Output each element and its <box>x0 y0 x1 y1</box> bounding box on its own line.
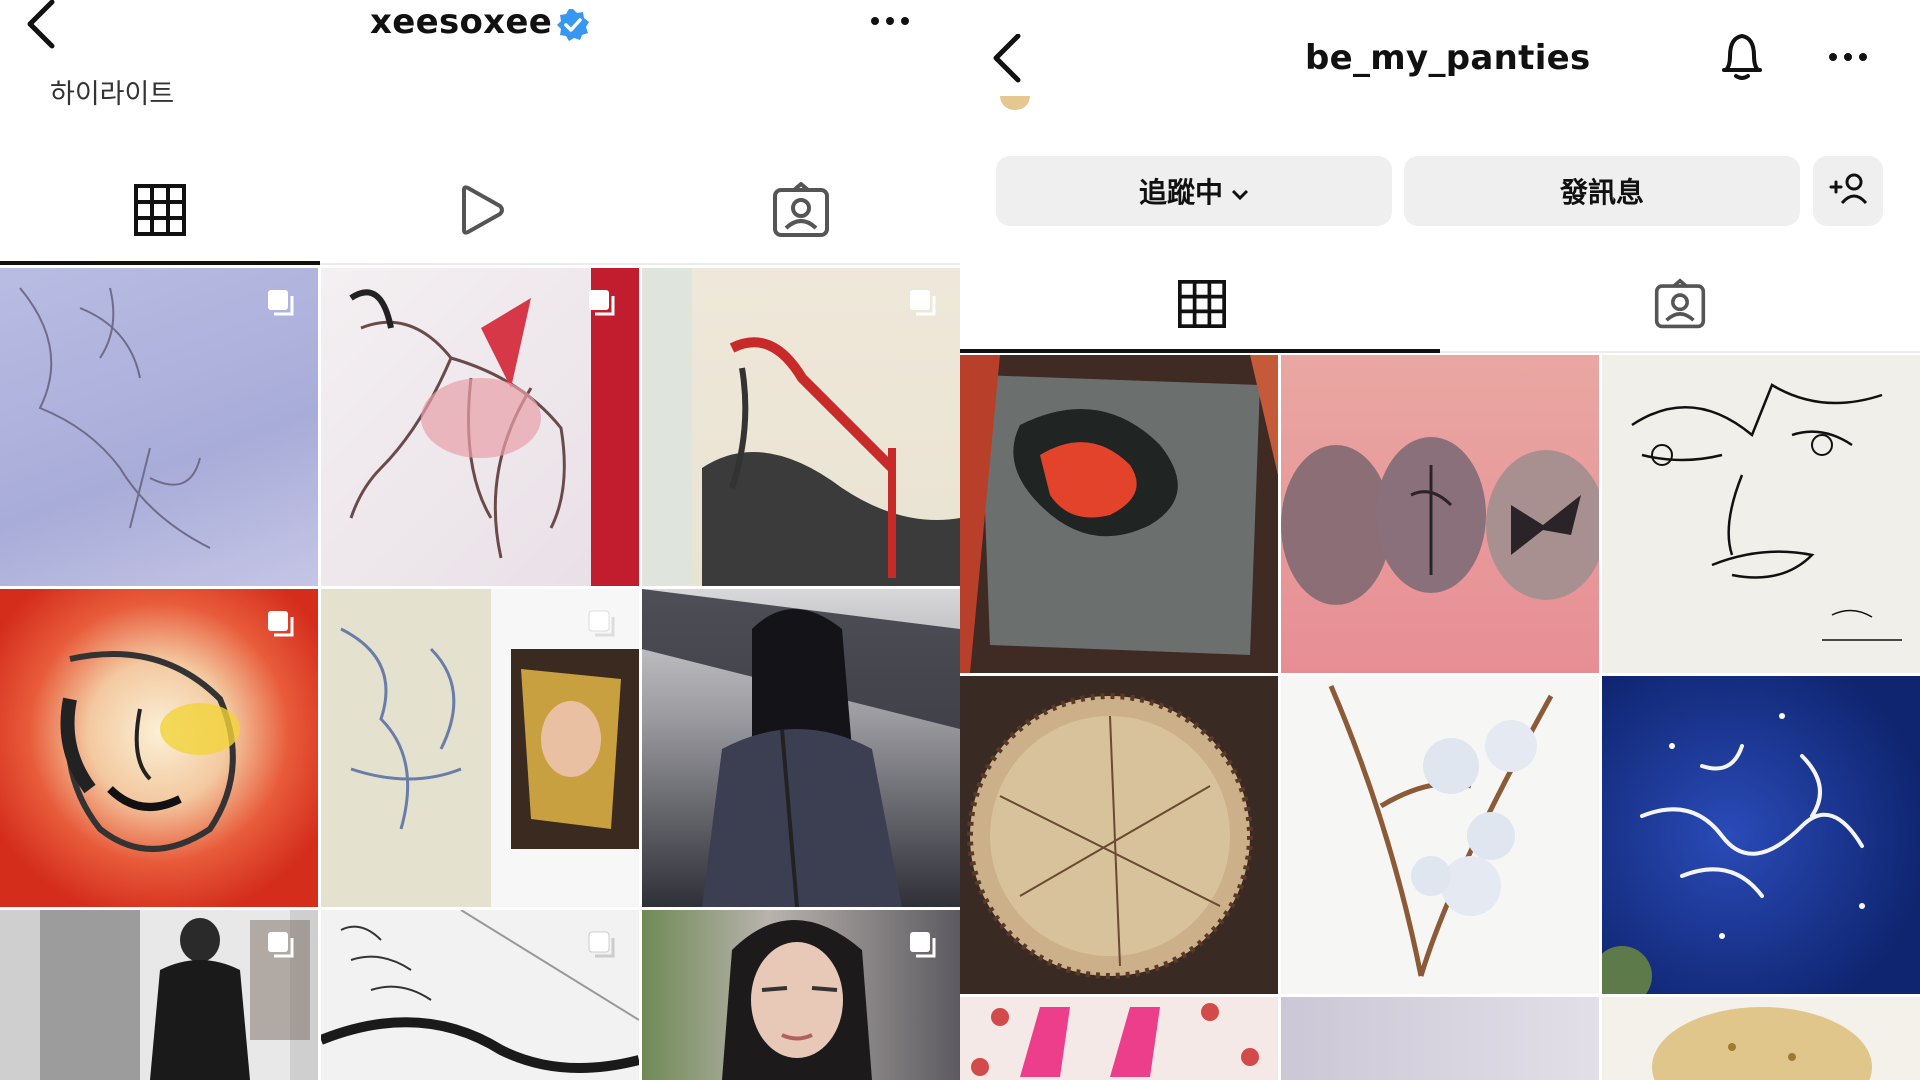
post-thumbnail[interactable] <box>960 355 1278 673</box>
post-thumbnail[interactable] <box>1281 997 1599 1080</box>
active-tab-underline <box>0 261 320 265</box>
more-options-icon[interactable] <box>1828 52 1868 62</box>
posts-grid <box>0 268 960 1080</box>
active-tab-underline <box>960 349 1440 353</box>
posts-grid <box>960 355 1920 1080</box>
post-thumbnail[interactable] <box>0 268 318 586</box>
add-person-icon <box>1828 171 1868 212</box>
verified-badge-icon <box>556 8 590 42</box>
more-options-icon[interactable] <box>870 16 910 26</box>
post-thumbnail[interactable] <box>0 589 318 907</box>
notification-bell-icon[interactable] <box>1718 30 1766 82</box>
multiple-posts-icon <box>908 930 938 960</box>
bio-emoji-fragment <box>1000 96 1030 110</box>
post-thumbnail[interactable] <box>1602 676 1920 994</box>
highlights-label: 하이라이트 <box>50 79 175 110</box>
suggested-people-button[interactable] <box>1813 156 1883 226</box>
tab-posts-grid-icon[interactable] <box>1178 280 1226 328</box>
multiple-posts-icon <box>587 930 617 960</box>
post-thumbnail[interactable] <box>0 910 318 1080</box>
multiple-posts-icon <box>266 609 296 639</box>
post-thumbnail[interactable] <box>642 589 960 907</box>
post-thumbnail[interactable] <box>321 910 639 1080</box>
tab-reels-icon[interactable] <box>456 184 508 236</box>
tab-posts-grid-icon[interactable] <box>134 184 186 236</box>
post-thumbnail[interactable] <box>960 676 1278 994</box>
post-thumbnail[interactable] <box>1281 355 1599 673</box>
multiple-posts-icon <box>587 288 617 318</box>
post-thumbnail[interactable] <box>960 997 1278 1080</box>
profile-username: be_my_panties <box>1305 38 1591 78</box>
message-label: 發訊息 <box>1559 176 1644 209</box>
post-thumbnail[interactable] <box>321 268 639 586</box>
right-profile-screen: be_my_panties 追蹤中 發訊息 <box>960 0 1920 1080</box>
following-button[interactable]: 追蹤中 <box>996 156 1392 226</box>
post-thumbnail[interactable] <box>642 910 960 1080</box>
post-thumbnail[interactable] <box>1281 676 1599 994</box>
chevron-down-icon <box>1231 175 1249 208</box>
multiple-posts-icon <box>587 609 617 639</box>
message-button[interactable]: 發訊息 <box>1404 156 1800 226</box>
back-arrow-icon[interactable] <box>988 34 1026 84</box>
multiple-posts-icon <box>908 288 938 318</box>
back-arrow-icon[interactable] <box>22 0 60 50</box>
left-profile-screen: xeesoxee 하이라이트 <box>0 0 960 1080</box>
tab-tagged-icon[interactable] <box>772 182 830 238</box>
post-thumbnail[interactable] <box>321 589 639 907</box>
multiple-posts-icon <box>266 930 296 960</box>
following-label: 追蹤中 <box>1138 176 1223 209</box>
post-thumbnail[interactable] <box>1602 997 1920 1080</box>
post-thumbnail[interactable] <box>1602 355 1920 673</box>
post-thumbnail[interactable] <box>642 268 960 586</box>
profile-username: xeesoxee <box>370 2 553 42</box>
tab-tagged-icon[interactable] <box>1654 278 1706 330</box>
multiple-posts-icon <box>266 288 296 318</box>
